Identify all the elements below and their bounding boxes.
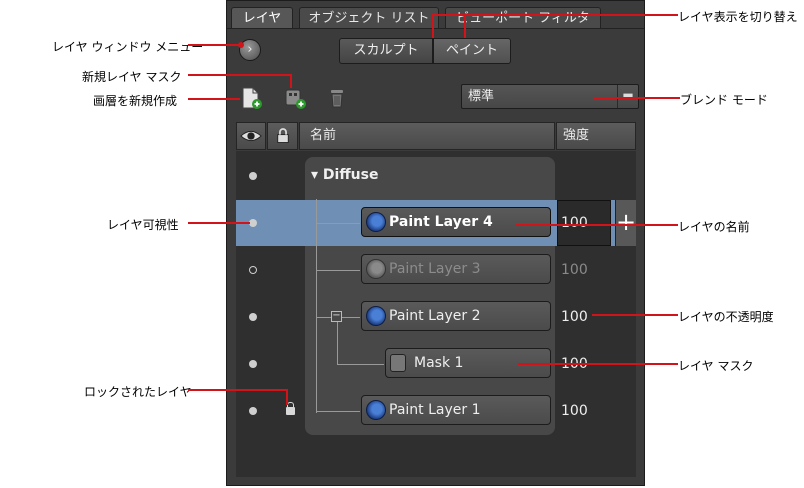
callout-line	[432, 14, 434, 38]
tab-object-list[interactable]: オブジェクト リスト	[299, 7, 439, 29]
layer-visibility-toggle[interactable]	[249, 313, 257, 321]
chevron-right-icon: ›	[247, 42, 253, 57]
annotation-switch-layer-display: レイヤ表示を切り替え	[678, 10, 798, 24]
callout-line	[432, 14, 678, 16]
tab-viewport-filter[interactable]: ビューポート フィルタ	[445, 7, 601, 29]
annotation-layer-visibility: レイヤ可視性	[107, 218, 179, 232]
paint-toggle-button[interactable]: ペイント	[433, 38, 511, 64]
callout-line	[286, 389, 288, 405]
annotation-create-new-layer: 画層を新規作成	[93, 94, 178, 108]
tree-line	[316, 270, 360, 271]
paint-layer-icon	[366, 400, 386, 420]
lock-header-icon	[277, 128, 289, 143]
trash-icon[interactable]	[325, 86, 349, 110]
paint-layer-icon	[366, 212, 386, 232]
tab-divider	[227, 28, 644, 29]
callout-line	[594, 97, 680, 99]
paint-layer-icon	[366, 259, 386, 279]
layer-group-title[interactable]: ▾ Diffuse	[311, 167, 378, 183]
lock-column-header[interactable]	[267, 122, 298, 150]
lock-icon[interactable]	[286, 402, 295, 415]
sculpt-toggle-button[interactable]: スカルプト	[339, 38, 433, 64]
layer-item[interactable]: Paint Layer 3	[361, 254, 551, 284]
tree-line	[337, 317, 338, 365]
callout-line	[188, 389, 288, 391]
annotation-layer-mask: レイヤ マスク	[678, 359, 754, 373]
strength-column-header[interactable]: 強度	[556, 122, 636, 150]
annotation-new-layer-mask: 新規レイヤ マスク	[82, 70, 182, 84]
paint-layer-icon	[366, 306, 386, 326]
name-column-header[interactable]: 名前	[299, 122, 555, 150]
callout-line	[592, 314, 678, 316]
tree-line	[316, 411, 360, 412]
layer-opacity[interactable]: 100	[561, 309, 588, 325]
tree-line	[337, 364, 384, 365]
layer-name: Mask 1	[414, 355, 464, 371]
layer-name: Paint Layer 3	[389, 261, 481, 277]
layer-name: Paint Layer 1	[389, 402, 481, 418]
layer-group-container	[305, 157, 555, 435]
callout-line	[464, 14, 466, 38]
callout-line	[188, 44, 240, 46]
annotation-layer-window-menu: レイヤ ウィンドウ メニュー	[52, 40, 204, 54]
layer-name: Paint Layer 4	[389, 214, 493, 230]
annotation-layer-opacity: レイヤの不透明度	[678, 310, 774, 324]
annotation-layer-name: レイヤの名前	[678, 220, 750, 234]
layer-editor-panel: レイヤ オブジェクト リスト ビューポート フィルタ › スカルプト ペイント …	[226, 0, 645, 486]
group-name: Diffuse	[322, 167, 379, 183]
collapse-toggle-icon[interactable]: −	[331, 311, 342, 322]
callout-line	[188, 98, 240, 100]
layer-item[interactable]: Paint Layer 2	[361, 301, 551, 331]
eye-icon	[240, 130, 262, 142]
layer-opacity[interactable]: 100	[561, 215, 588, 231]
layer-visibility-toggle[interactable]	[249, 407, 257, 415]
layer-visibility-toggle[interactable]	[249, 266, 257, 274]
annotation-locked-layer: ロックされたレイヤ	[84, 385, 192, 399]
callout-dot	[238, 42, 244, 48]
blend-mode-value: 標準	[468, 89, 495, 104]
annotation-blend-mode: ブレンド モード	[680, 93, 768, 107]
callout-line	[188, 74, 292, 76]
mask-icon	[390, 354, 406, 372]
callout-line	[518, 363, 678, 365]
add-to-layer-button[interactable]: +	[615, 200, 636, 246]
new-layer-mask-icon[interactable]	[283, 86, 307, 110]
layer-opacity[interactable]: 100	[561, 262, 588, 278]
tab-layers[interactable]: レイヤ	[231, 7, 293, 29]
layer-item[interactable]: Paint Layer 4	[361, 207, 551, 237]
visibility-column-header[interactable]	[236, 122, 266, 150]
new-layer-icon[interactable]	[239, 86, 263, 110]
group-visibility-toggle[interactable]	[249, 172, 257, 180]
layer-opacity[interactable]: 100	[561, 403, 588, 419]
tree-line	[316, 223, 360, 224]
callout-line	[516, 224, 678, 226]
callout-line	[290, 74, 292, 88]
layer-name: Paint Layer 2	[389, 308, 481, 324]
layer-visibility-toggle[interactable]	[249, 219, 257, 227]
tree-line	[316, 199, 317, 413]
callout-line	[188, 222, 250, 224]
layer-item[interactable]: Paint Layer 1	[361, 395, 551, 425]
layer-visibility-toggle[interactable]	[249, 360, 257, 368]
